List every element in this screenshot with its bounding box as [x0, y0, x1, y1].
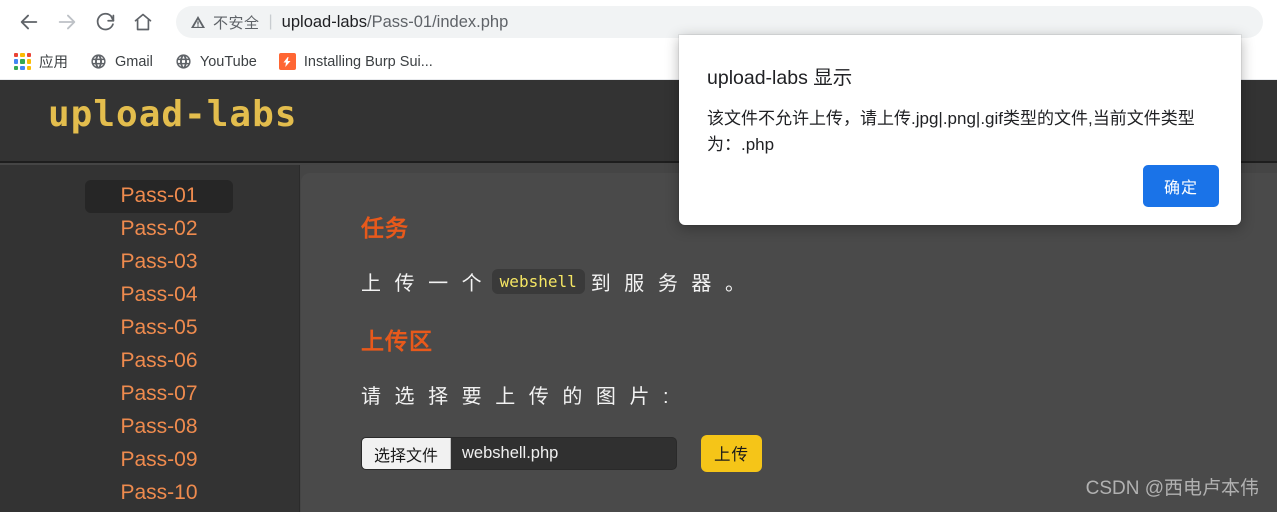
forward-icon[interactable]: [48, 3, 86, 41]
not-secure-warning-icon: [190, 14, 206, 30]
apps-grid-icon: [14, 53, 31, 70]
upload-heading: 上传区: [361, 328, 433, 354]
url-path: /Pass-01/index.php: [366, 12, 509, 31]
bookmark-burp-suite[interactable]: Installing Burp Sui...: [278, 53, 433, 70]
task-description: 上 传 一 个 webshell 到 服 务 器 。: [361, 267, 1277, 296]
sidebar-item-pass-01[interactable]: Pass-01: [85, 180, 233, 213]
sidebar: Pass-01 Pass-02 Pass-03 Pass-04 Pass-05 …: [0, 165, 300, 512]
home-icon[interactable]: [124, 3, 162, 41]
reload-icon[interactable]: [86, 3, 124, 41]
sidebar-item-pass-04[interactable]: Pass-04: [85, 279, 233, 312]
file-input[interactable]: 选择文件 webshell.php: [361, 437, 677, 470]
bookmark-gmail[interactable]: Gmail: [90, 53, 153, 70]
task-text-before: 上 传 一 个: [361, 273, 486, 295]
dialog-message: 该文件不允许上传，请上传.jpg|.png|.gif类型的文件,当前文件类型为：…: [707, 109, 1195, 155]
omnibox-separator: |: [268, 13, 273, 30]
task-text-after: 到 服 务 器 。: [590, 273, 749, 295]
webshell-code-chip: webshell: [491, 269, 585, 294]
upload-submit-button[interactable]: 上传: [701, 435, 762, 472]
sidebar-item-pass-09[interactable]: Pass-09: [85, 444, 233, 477]
url-host: upload-labs: [281, 12, 367, 31]
globe-icon: [90, 53, 107, 70]
bookmark-burp-suite-label: Installing Burp Sui...: [303, 53, 433, 70]
bookmark-youtube[interactable]: YouTube: [175, 53, 257, 70]
bookmark-youtube-label: YouTube: [199, 53, 257, 70]
sidebar-item-pass-07[interactable]: Pass-07: [85, 378, 233, 411]
javascript-alert-dialog: upload-labs 显示 该文件不允许上传，请上传.jpg|.png|.gi…: [679, 35, 1241, 225]
sidebar-item-pass-02[interactable]: Pass-02: [85, 213, 233, 246]
selected-file-name: webshell.php: [462, 444, 559, 462]
burp-suite-icon: [278, 53, 296, 70]
sidebar-item-pass-06[interactable]: Pass-06: [85, 345, 233, 378]
bookmark-gmail-label: Gmail: [115, 53, 153, 70]
sidebar-item-pass-08[interactable]: Pass-08: [85, 411, 233, 444]
dialog-title: upload-labs 显示: [707, 67, 853, 89]
globe-icon: [175, 53, 192, 70]
bookmark-apps[interactable]: 应用: [14, 51, 68, 72]
sidebar-item-pass-03[interactable]: Pass-03: [85, 246, 233, 279]
bookmark-apps-label: 应用: [39, 55, 68, 71]
back-icon[interactable]: [10, 3, 48, 41]
sidebar-item-pass-05[interactable]: Pass-05: [85, 312, 233, 345]
address-bar[interactable]: 不安全 | upload-labs /Pass-01/index.php: [176, 6, 1263, 38]
sidebar-item-pass-10[interactable]: Pass-10: [85, 477, 233, 510]
choose-file-button[interactable]: 选择文件: [362, 438, 452, 469]
watermark: CSDN @西电卢本伟: [1085, 478, 1259, 499]
site-logo: upload-labs: [48, 94, 298, 135]
upload-form: 选择文件 webshell.php 上传: [361, 435, 1277, 472]
screenshot-root: upload-labs Pass-01 Pass-02 Pass-03 Pass…: [0, 0, 1277, 512]
upload-prompt: 请 选 择 要 上 传 的 图 片 :: [361, 386, 673, 408]
dialog-confirm-button[interactable]: 确定: [1142, 165, 1219, 207]
security-label: 不安全: [213, 14, 260, 32]
